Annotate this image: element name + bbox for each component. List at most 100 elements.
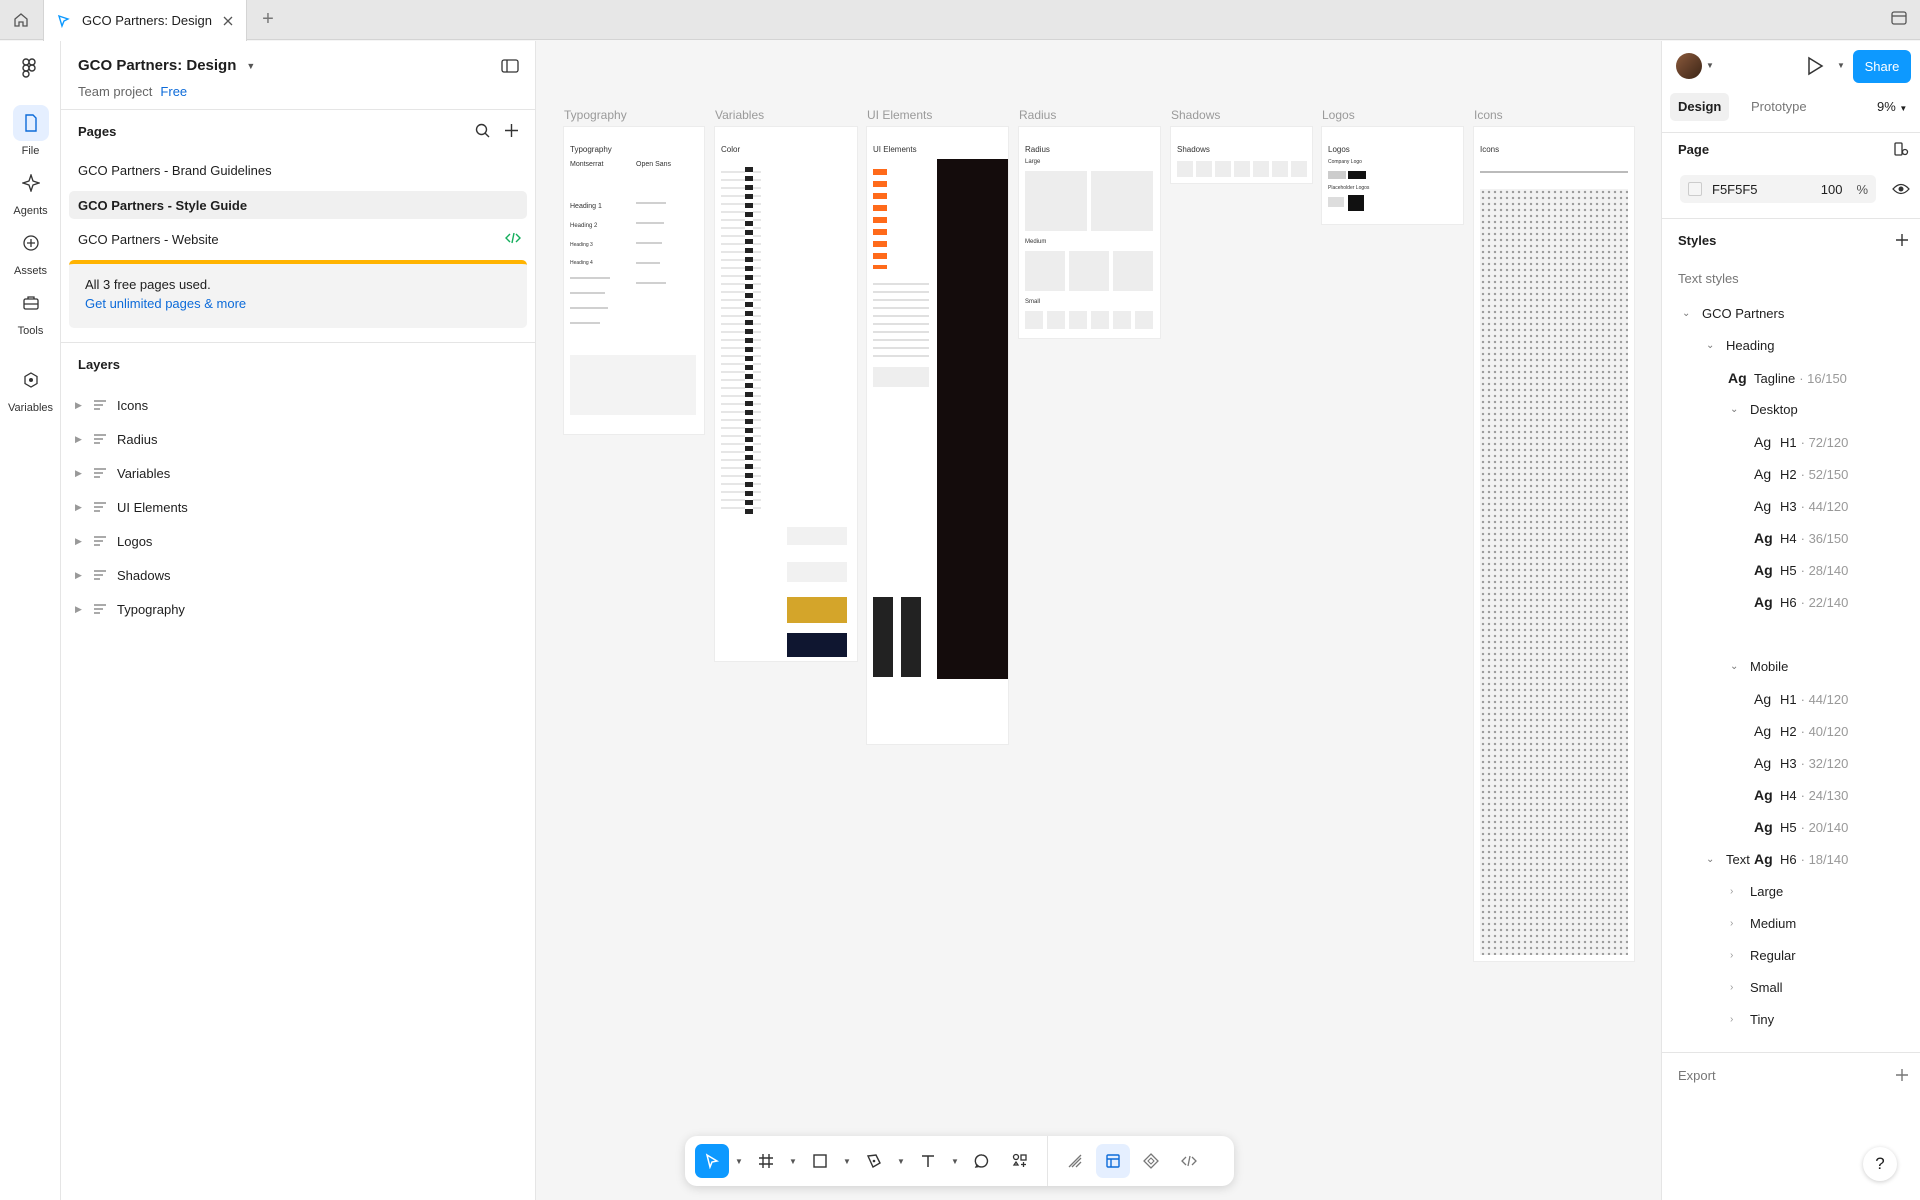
comment-tool[interactable] — [965, 1144, 999, 1178]
text-style-item[interactable]: Ag H4 · 36/150 — [1754, 530, 1848, 546]
text-style-item[interactable]: Ag H4 · 24/130 — [1754, 787, 1848, 803]
chevron-down-icon[interactable]: ▼ — [787, 1157, 799, 1166]
text-style-item[interactable]: Ag H5 · 28/140 — [1754, 562, 1848, 578]
add-export-icon[interactable] — [1895, 1068, 1909, 1082]
chevron-down-icon[interactable]: ▼ — [733, 1157, 745, 1166]
frame-variables[interactable]: Color — [715, 127, 857, 661]
layer-item[interactable]: ▶ Typography — [75, 594, 185, 624]
share-button[interactable]: Share — [1853, 50, 1911, 83]
chevron-down-icon[interactable]: ▼ — [1706, 61, 1714, 70]
text-style-tagline[interactable]: Ag Tagline · 16/150 — [1728, 370, 1847, 386]
collapse-panel-button[interactable] — [501, 59, 519, 76]
frame-ui-elements[interactable]: UI Elements — [867, 127, 1008, 744]
style-group-item[interactable]: › Medium — [1730, 916, 1796, 931]
style-group-gco-partners[interactable]: ⌄ GCO Partners — [1682, 306, 1784, 321]
chevron-down-icon[interactable]: ▼ — [1837, 61, 1845, 70]
chevron-down-icon[interactable]: ▼ — [949, 1157, 961, 1166]
file-tab[interactable]: GCO Partners: Design — [43, 0, 247, 41]
rail-file[interactable]: File — [0, 105, 61, 157]
style-group-mobile[interactable]: ⌄ Mobile — [1730, 659, 1788, 674]
page-item-website[interactable]: GCO Partners - Website — [69, 225, 527, 253]
layer-item[interactable]: ▶ UI Elements — [75, 492, 188, 522]
frame-label-icons[interactable]: Icons — [1474, 108, 1503, 122]
frame-label-logos[interactable]: Logos — [1322, 108, 1355, 122]
design-mode-toggle[interactable] — [1096, 1144, 1130, 1178]
rail-variables[interactable]: Variables — [0, 362, 61, 414]
rail-agents[interactable]: Agents — [0, 165, 61, 217]
text-style-item[interactable]: Ag H6 · 18/140 — [1754, 851, 1848, 867]
rail-assets[interactable]: Assets — [0, 225, 61, 277]
text-style-item[interactable]: Ag H6 · 22/140 — [1754, 594, 1848, 610]
component-mode-toggle[interactable] — [1134, 1144, 1168, 1178]
page-color-input[interactable]: F5F5F5 100 % — [1680, 175, 1876, 203]
add-page-icon[interactable] — [504, 123, 519, 138]
frame-radius[interactable]: Radius Large Medium Small — [1019, 127, 1160, 338]
close-icon[interactable] — [222, 15, 234, 27]
style-group-item[interactable]: › Large — [1730, 884, 1783, 899]
chevron-right-icon[interactable]: ▶ — [75, 400, 87, 411]
actions-tool[interactable] — [1003, 1144, 1037, 1178]
new-tab-button[interactable]: + — [256, 8, 280, 32]
text-tool[interactable] — [911, 1144, 945, 1178]
frame-typography[interactable]: Typography Montserrat Open Sans Heading … — [564, 127, 704, 434]
chevron-right-icon[interactable]: ▶ — [75, 570, 87, 581]
style-group-item[interactable]: › Small — [1730, 980, 1783, 995]
layer-item[interactable]: ▶ Radius — [75, 424, 157, 454]
zoom-dropdown[interactable]: 9% ▼ — [1877, 99, 1907, 114]
avatar[interactable] — [1676, 53, 1702, 79]
page-item-style-guide[interactable]: GCO Partners - Style Guide — [69, 191, 527, 219]
style-group-item[interactable]: › Regular — [1730, 948, 1796, 963]
page-settings-icon[interactable] — [1893, 141, 1909, 157]
style-group-desktop[interactable]: ⌄ Desktop — [1730, 402, 1798, 417]
present-button[interactable] — [1806, 56, 1824, 79]
tab-design[interactable]: Design — [1670, 93, 1730, 121]
frame-label-typography[interactable]: Typography — [564, 108, 627, 122]
chevron-right-icon[interactable]: ▶ — [75, 434, 87, 445]
design-canvas[interactable]: Typography Typography Montserrat Open Sa… — [537, 41, 1661, 1200]
text-style-item[interactable]: Ag H2 · 40/120 — [1754, 723, 1848, 739]
file-name-button[interactable]: GCO Partners: Design ▼ — [78, 57, 255, 74]
chevron-down-icon[interactable]: ▼ — [841, 1157, 853, 1166]
chevron-right-icon[interactable]: ▶ — [75, 536, 87, 547]
text-style-item[interactable]: Ag H3 · 32/120 — [1754, 755, 1848, 771]
text-style-item[interactable]: Ag H1 · 72/120 — [1754, 434, 1848, 450]
chevron-right-icon[interactable]: ▶ — [75, 502, 87, 513]
frame-shadows[interactable]: Shadows — [1171, 127, 1312, 183]
style-group-text[interactable]: ⌄ Text — [1706, 852, 1750, 867]
chevron-down-icon[interactable]: ▼ — [895, 1157, 907, 1166]
text-style-item[interactable]: Ag H3 · 44/120 — [1754, 498, 1848, 514]
text-style-item[interactable]: Ag H2 · 52/150 — [1754, 466, 1848, 482]
tab-prototype[interactable]: Prototype — [1743, 93, 1815, 121]
layer-item[interactable]: ▶ Variables — [75, 458, 170, 488]
sidebar-toggle-button[interactable] — [1890, 9, 1908, 30]
figma-logo-icon[interactable] — [18, 57, 40, 82]
shape-tool[interactable] — [803, 1144, 837, 1178]
upsell-link[interactable]: Get unlimited pages & more — [85, 296, 511, 311]
style-group-heading[interactable]: ⌄ Heading — [1706, 338, 1774, 353]
eye-icon[interactable] — [1892, 182, 1910, 196]
frame-label-variables[interactable]: Variables — [715, 108, 764, 122]
page-item-brand-guidelines[interactable]: GCO Partners - Brand Guidelines — [69, 156, 527, 184]
frame-icons[interactable]: Icons — [1474, 127, 1634, 961]
style-group-item[interactable]: › Tiny — [1730, 1012, 1774, 1027]
frame-label-ui-elements[interactable]: UI Elements — [867, 108, 932, 122]
home-button[interactable] — [0, 0, 42, 40]
layer-item[interactable]: ▶ Icons — [75, 390, 148, 420]
pen-tool[interactable] — [857, 1144, 891, 1178]
frame-label-radius[interactable]: Radius — [1019, 108, 1056, 122]
search-icon[interactable] — [475, 123, 490, 138]
text-style-item[interactable]: Ag H1 · 44/120 — [1754, 691, 1848, 707]
layer-item[interactable]: ▶ Shadows — [75, 560, 170, 590]
frame-tool[interactable] — [749, 1144, 783, 1178]
color-swatch[interactable] — [1688, 182, 1702, 196]
frame-logos[interactable]: Logos Company Logo Placeholder Logos — [1322, 127, 1463, 224]
layer-item[interactable]: ▶ Logos — [75, 526, 152, 556]
frame-label-shadows[interactable]: Shadows — [1171, 108, 1220, 122]
move-tool[interactable] — [695, 1144, 729, 1178]
plan-badge[interactable]: Free — [160, 84, 187, 99]
draw-mode-toggle[interactable] — [1058, 1144, 1092, 1178]
rail-tools[interactable]: Tools — [0, 285, 61, 337]
add-style-icon[interactable] — [1895, 233, 1909, 247]
chevron-right-icon[interactable]: ▶ — [75, 604, 87, 615]
chevron-right-icon[interactable]: ▶ — [75, 468, 87, 479]
